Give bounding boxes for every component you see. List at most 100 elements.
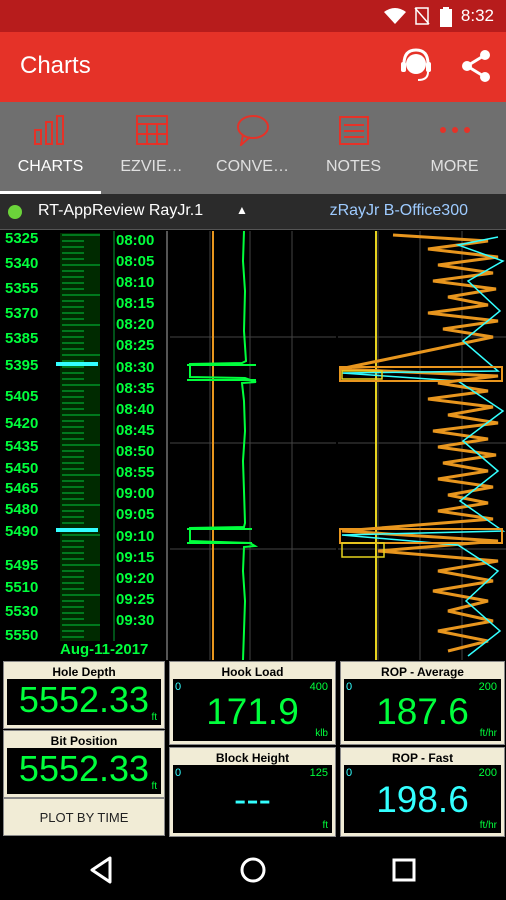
no-sim-icon: [414, 7, 430, 25]
gauge-max: 200: [478, 767, 497, 779]
chart-icon: [34, 115, 64, 145]
gauge-title: Bit Position: [50, 734, 118, 748]
tab-label: NOTES: [325, 158, 382, 175]
gauge-value: 5552.33: [18, 679, 150, 720]
depth-label: 5420: [5, 415, 39, 432]
support-headset-icon: [401, 48, 431, 81]
chart-area[interactable]: 5325 5340 5355 5370 5385 5395 5405 5420 …: [0, 230, 506, 660]
support-button[interactable]: [396, 46, 436, 86]
status-bar: 8:32: [0, 0, 506, 32]
recents-icon[interactable]: [388, 854, 420, 886]
gauge-value: 187.6: [376, 691, 469, 732]
tab-more[interactable]: MORE: [404, 102, 505, 194]
gauge-unit: ft: [322, 820, 328, 831]
plot-by-time-button[interactable]: PLOT BY TIME: [3, 798, 165, 836]
gauge-display: 0 200 187.6 ft/hr: [344, 679, 501, 741]
back-icon[interactable]: [86, 854, 118, 886]
time-label: 08:15: [116, 295, 155, 312]
time-label: 08:55: [116, 464, 155, 481]
time-label: 08:35: [116, 380, 155, 397]
well-selector[interactable]: RT-AppReview RayJr.1 ▲ zRayJr B-Office30…: [0, 194, 506, 230]
hole-depth-gauge[interactable]: Hole Depth 5552.33 ft: [3, 661, 165, 729]
rop-cyan-trace: [341, 236, 506, 657]
time-label: 08:25: [116, 337, 155, 354]
tab-bar: CHARTS EZVIE… CONVE… NOTES MORE: [0, 102, 506, 194]
depth-label: 5395: [5, 357, 39, 374]
time-label: 08:40: [116, 401, 155, 418]
time-label: 08:50: [116, 443, 155, 460]
time-label: 09:30: [116, 612, 155, 629]
rop-fast-gauge[interactable]: ROP - Fast 0 200 198.6 ft/hr: [340, 747, 505, 837]
depth-label: 5405: [5, 388, 39, 405]
time-label: 09:00: [116, 485, 155, 502]
gauge-unit: ft/hr: [479, 728, 497, 739]
home-icon[interactable]: [237, 854, 269, 886]
depth-label: 5355: [5, 280, 39, 297]
notes-icon: [339, 116, 369, 145]
rop-average-gauge[interactable]: ROP - Average 0 200 187.6 ft/hr: [340, 661, 505, 745]
depth-marker: [56, 362, 98, 366]
depth-label: 5550: [5, 627, 39, 644]
gauge-unit: klb: [315, 728, 328, 739]
share-button[interactable]: [456, 46, 496, 86]
gauge-value: 171.9: [206, 691, 299, 732]
time-label: 09:20: [116, 570, 155, 587]
block-height-gauge[interactable]: Block Height 0 125 --- ft: [169, 747, 336, 837]
time-label: 08:20: [116, 316, 155, 333]
depth-label: 5465: [5, 480, 39, 497]
battery-icon: [440, 7, 452, 27]
hook-load-gauge[interactable]: Hook Load 0 400 171.9 klb: [169, 661, 336, 745]
tab-label: EZVIE…: [120, 158, 183, 175]
tab-notes[interactable]: NOTES: [303, 102, 404, 194]
clock: 8:32: [460, 6, 494, 25]
gauge-value: 198.6: [376, 779, 469, 820]
time-label: 08:45: [116, 422, 155, 439]
gauge-unit: ft/hr: [479, 820, 497, 831]
share-icon: [462, 50, 490, 82]
well-name: RT-AppReview RayJr.1: [38, 202, 204, 219]
tab-charts[interactable]: CHARTS: [0, 102, 101, 194]
caret-up-icon[interactable]: ▲: [236, 203, 248, 217]
rig-name: zRayJr B-Office300: [329, 202, 468, 219]
depth-marker: [56, 528, 98, 532]
gauge-title: Hole Depth: [52, 665, 116, 679]
page-title: Charts: [20, 52, 91, 79]
time-label: 09:05: [116, 506, 155, 523]
gauge-value: 5552.33: [18, 748, 150, 789]
depth-label: 5490: [5, 523, 39, 540]
gauge-min: 0: [346, 767, 353, 779]
depth-label: 5495: [5, 557, 39, 574]
time-label: 08:30: [116, 359, 155, 376]
depth-label: 5480: [5, 501, 39, 518]
depth-label: 5510: [5, 579, 39, 596]
grid-table-icon: [136, 115, 168, 145]
gauge-display: 5552.33 ft: [7, 748, 161, 794]
well-status-dot: [8, 205, 22, 219]
gauge-unit: ft: [151, 781, 157, 792]
bit-position-gauge[interactable]: Bit Position 5552.33 ft: [3, 730, 165, 798]
gauge-title: Block Height: [215, 751, 290, 765]
depth-time-track: 5325 5340 5355 5370 5385 5395 5405 5420 …: [0, 230, 168, 660]
more-dots-icon: [440, 127, 470, 133]
depth-label: 5385: [5, 330, 39, 347]
depth-label: 5325: [5, 230, 39, 247]
hook-load-trace: [189, 231, 259, 660]
gauge-title: Hook Load: [221, 665, 284, 679]
gauge-display: 0 125 --- ft: [173, 765, 332, 833]
hookload-track: [170, 231, 336, 660]
gauge-value: ---: [234, 779, 271, 820]
depth-label: 5370: [5, 305, 39, 322]
gauge-title: ROP - Average: [381, 665, 464, 679]
tab-label: CONVE…: [216, 158, 289, 175]
tab-ezview[interactable]: EZVIE…: [101, 102, 202, 194]
depth-label: 5530: [5, 603, 39, 620]
time-label: 08:00: [116, 232, 155, 249]
wifi-icon: [384, 8, 406, 24]
time-label: 08:05: [116, 253, 155, 270]
depth-label: 5435: [5, 438, 39, 455]
chat-bubble-icon: [237, 115, 269, 146]
time-label: 09:25: [116, 591, 155, 608]
depth-label: 5340: [5, 255, 39, 272]
app-bar: Charts: [0, 32, 506, 102]
tab-conversations[interactable]: CONVE…: [202, 102, 303, 194]
